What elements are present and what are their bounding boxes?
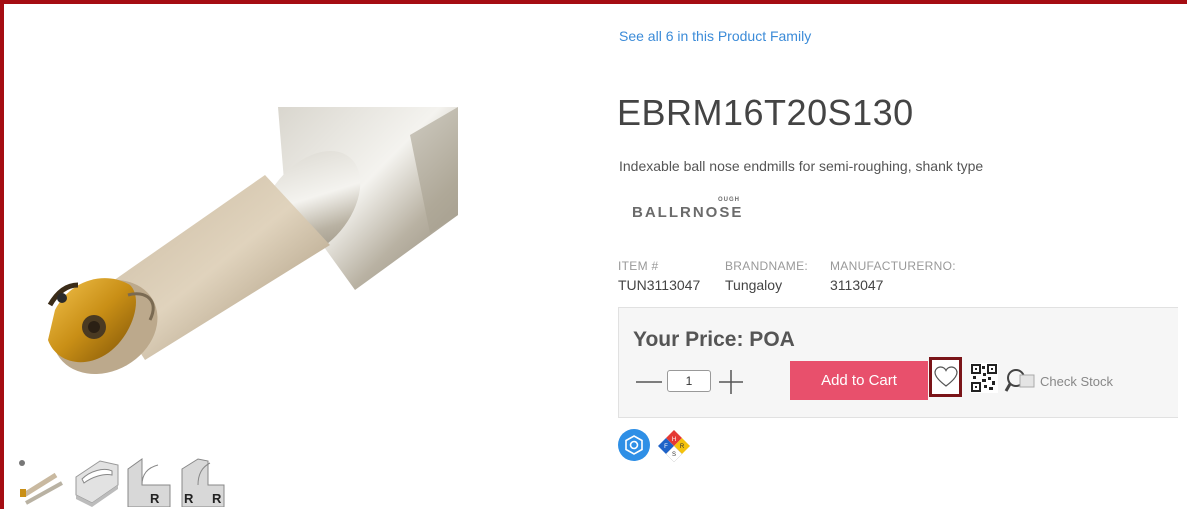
attr-value: 3113047 xyxy=(830,277,884,293)
thumb-label-r-left: R xyxy=(184,491,194,506)
feature-icon-r-r: R R xyxy=(181,458,225,507)
attr-item-number: ITEM # TUN3113047 xyxy=(618,259,700,293)
wishlist-button[interactable] xyxy=(929,357,962,397)
check-stock-button[interactable]: Check Stock xyxy=(1004,366,1113,396)
add-to-cart-button[interactable]: Add to Cart xyxy=(790,361,928,400)
price-box: Your Price: POA Add to Cart xyxy=(618,307,1178,418)
product-thumbnail[interactable] xyxy=(16,455,66,507)
price-label: Your Price: POA xyxy=(633,328,795,351)
minus-icon[interactable] xyxy=(633,366,665,398)
attr-label: BRANDNAME: xyxy=(725,259,809,273)
quantity-input[interactable] xyxy=(667,370,711,392)
plus-icon[interactable] xyxy=(715,366,747,398)
brand-logo-text: BALLRNOSE xyxy=(632,204,743,221)
hazard-letter-right: R xyxy=(680,444,685,450)
hazard-letter-left: F xyxy=(664,444,668,450)
product-image xyxy=(47,107,458,374)
thumbnail-strip: R R R xyxy=(16,455,228,507)
qr-code-icon[interactable] xyxy=(970,363,998,393)
product-family-link[interactable]: See all 6 in this Product Family xyxy=(619,28,811,44)
thumb-label-r-right: R xyxy=(212,491,222,506)
check-stock-label: Check Stock xyxy=(1040,373,1113,389)
attr-value: Tungaloy xyxy=(725,277,783,293)
brand-logo: BALLRNOSE OUGH xyxy=(632,197,743,221)
heart-icon xyxy=(933,366,958,387)
thumb-label-r: R xyxy=(150,491,160,506)
attr-manufacturer-no: MANUFACTURERNO: 3113047 xyxy=(830,259,956,293)
magnify-icon xyxy=(1004,369,1035,392)
feature-icon-r: R xyxy=(127,458,171,507)
hazard-diamond-icon[interactable]: H F R S xyxy=(656,428,692,464)
brand-logo-small-text: OUGH xyxy=(718,197,740,203)
attr-label: ITEM # xyxy=(618,259,659,273)
hazard-letter-top: H xyxy=(672,437,676,443)
hexagon-badge-icon[interactable] xyxy=(618,429,650,461)
attr-label: MANUFACTURERNO: xyxy=(830,259,956,273)
feature-icon-slot xyxy=(75,460,119,507)
product-title: EBRM16T20S130 xyxy=(617,92,914,133)
hexagon-icon xyxy=(625,435,643,455)
hazard-letter-bottom: S xyxy=(672,452,676,458)
product-description: Indexable ball nose endmills for semi-ro… xyxy=(619,158,984,174)
attr-brandname: BRANDNAME: Tungaloy xyxy=(725,259,808,293)
attr-value: TUN3113047 xyxy=(618,277,701,293)
